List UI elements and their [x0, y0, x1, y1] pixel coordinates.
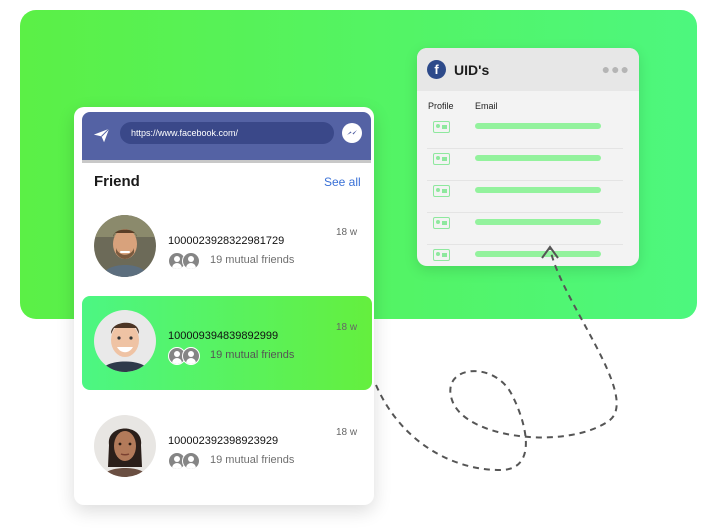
- email-placeholder: [475, 251, 601, 257]
- uid-card-header: f UID's ●●●: [417, 48, 639, 91]
- uid-row: [427, 117, 623, 149]
- email-placeholder: [475, 219, 601, 225]
- send-icon[interactable]: [93, 127, 110, 144]
- mutual-friends-count: 19 mutual friends: [210, 349, 295, 361]
- user-icon: [182, 252, 200, 270]
- friend-list-item[interactable]: 1000023928322981729 18 w 19 mutual frien…: [82, 201, 372, 295]
- see-all-link[interactable]: See all: [324, 175, 361, 189]
- friend-list-item-selected[interactable]: 100009394839892999 18 w 19 mutual friend…: [82, 296, 372, 390]
- more-icon[interactable]: ●●●: [602, 61, 630, 77]
- friend-heading: Friend: [94, 173, 140, 190]
- avatar: [94, 215, 156, 277]
- url-input[interactable]: https://www.facebook.com/: [120, 122, 334, 144]
- id-card-icon: [433, 153, 450, 165]
- user-icon: [182, 452, 200, 470]
- friend-age: 18 w: [336, 227, 358, 238]
- friend-uid: 100002392398923929: [168, 435, 279, 447]
- uid-row: [427, 181, 623, 213]
- mutual-friends-avatars: [168, 252, 202, 270]
- uid-row: [427, 213, 623, 245]
- id-card-icon: [433, 249, 450, 261]
- user-icon: [182, 347, 200, 365]
- uid-card-title: UID's: [454, 61, 490, 78]
- mutual-friends-avatars: [168, 347, 202, 365]
- uid-columns: Profile Email: [417, 91, 639, 117]
- uid-row: [427, 149, 623, 181]
- avatar: [94, 310, 156, 372]
- mutual-friends-avatars: [168, 452, 202, 470]
- friend-uid: 1000023928322981729: [168, 235, 285, 247]
- email-placeholder: [475, 187, 601, 193]
- id-card-icon: [433, 121, 450, 133]
- mutual-friends-count: 19 mutual friends: [210, 254, 295, 266]
- uid-row: [427, 245, 623, 266]
- id-card-icon: [433, 185, 450, 197]
- avatar: [94, 415, 156, 477]
- uid-card: f UID's ●●● Profile Email: [417, 48, 639, 266]
- email-placeholder: [475, 155, 601, 161]
- friend-uid: 100009394839892999: [168, 330, 279, 342]
- friend-age: 18 w: [336, 427, 358, 438]
- email-placeholder: [475, 123, 601, 129]
- column-email: Email: [475, 101, 498, 111]
- facebook-icon: f: [427, 60, 446, 79]
- friend-list-item[interactable]: 100002392398923929 18 w 19 mutual friend…: [82, 401, 372, 495]
- id-card-icon: [433, 217, 450, 229]
- friend-age: 18 w: [336, 322, 358, 333]
- browser-bar: https://www.facebook.com/: [82, 112, 371, 163]
- mutual-friends-count: 19 mutual friends: [210, 454, 295, 466]
- friend-card: https://www.facebook.com/ Friend See all…: [74, 107, 374, 505]
- messenger-icon[interactable]: [342, 123, 362, 143]
- column-profile: Profile: [428, 101, 454, 111]
